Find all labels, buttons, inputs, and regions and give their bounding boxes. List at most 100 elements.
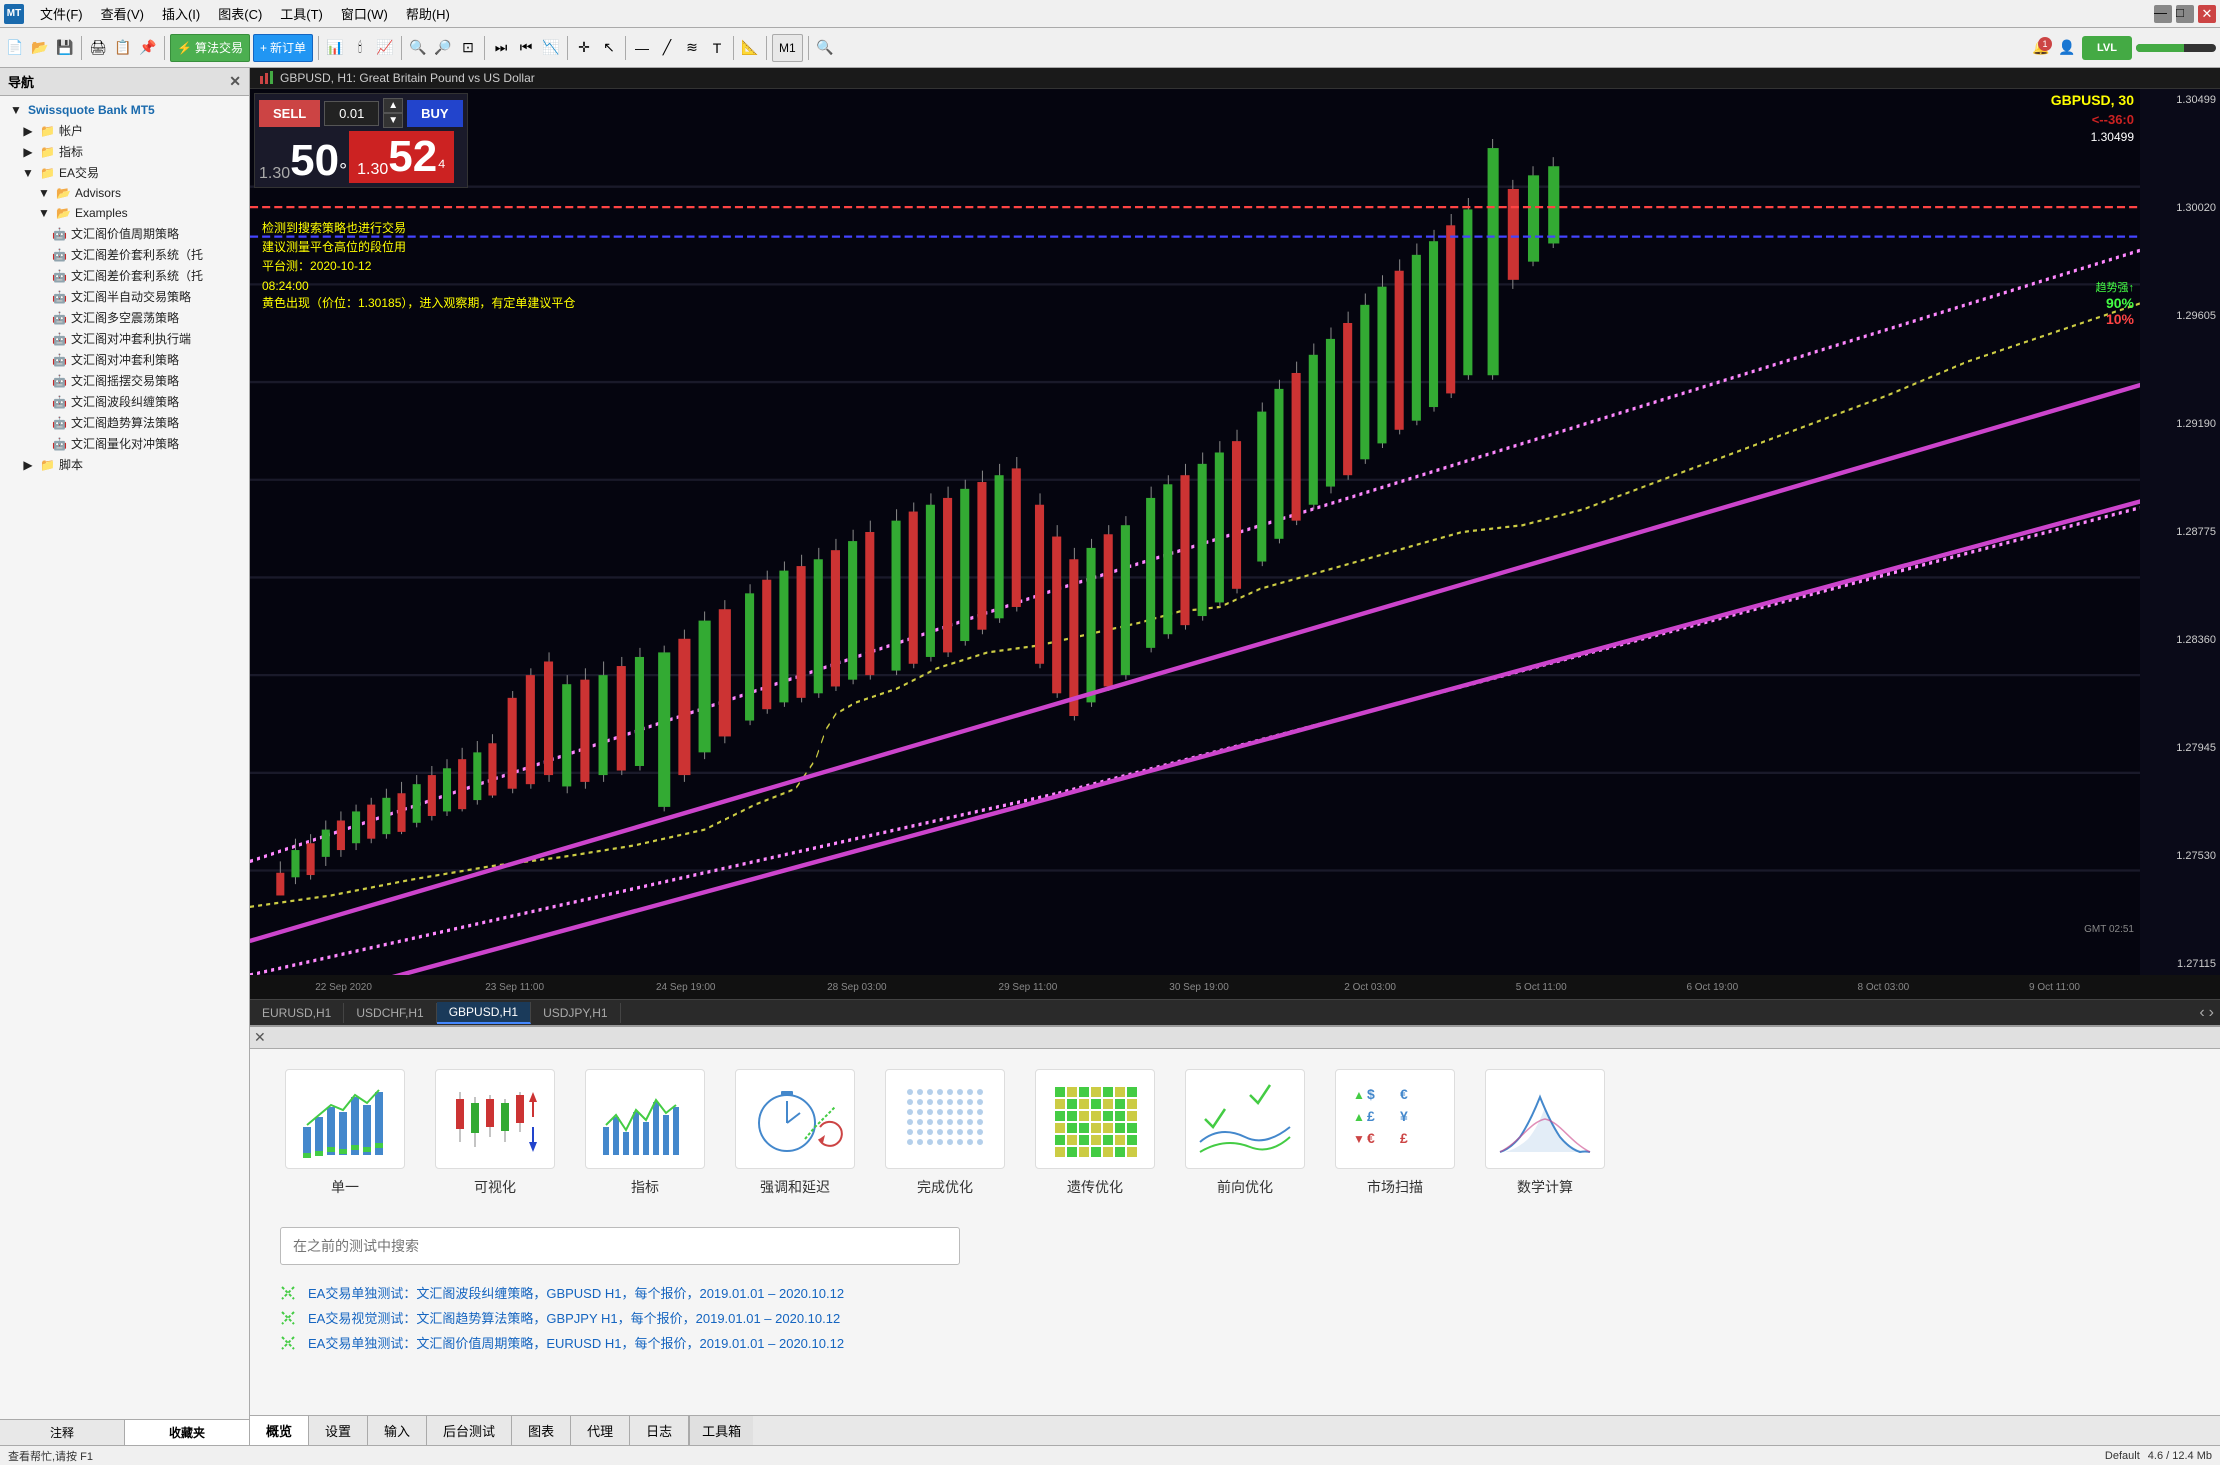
period-sep-icon[interactable]: 📉 bbox=[540, 37, 562, 59]
nav-tab-notes[interactable]: 注释 bbox=[0, 1420, 125, 1445]
hline-icon[interactable]: — bbox=[631, 37, 653, 59]
bottom-tab-input[interactable]: 输入 bbox=[368, 1416, 427, 1445]
lot-up-btn[interactable]: ▲ bbox=[383, 98, 403, 113]
nav-item-strategy-7[interactable]: 🤖 文汇阁对冲套利策略 bbox=[0, 349, 249, 370]
new-order-button[interactable]: + 新订单 bbox=[253, 34, 313, 62]
buy-button[interactable]: BUY bbox=[407, 100, 462, 127]
chart-overlay-analysis: 检测到搜索策略也进行交易 建议测量平仓高位的段位用 平台测：2020-10-12… bbox=[262, 219, 406, 296]
icon-single[interactable]: 单一 bbox=[280, 1069, 410, 1197]
nav-item-ea[interactable]: ▼ 📁 EA交易 bbox=[0, 162, 249, 183]
nav-item-advisors[interactable]: ▼ 📂 Advisors bbox=[0, 183, 249, 203]
nav-close-btn[interactable]: ✕ bbox=[229, 73, 241, 90]
icon-genetic[interactable]: 遗传优化 bbox=[1030, 1069, 1160, 1197]
bottom-tab-settings[interactable]: 设置 bbox=[309, 1416, 368, 1445]
bottom-close-btn[interactable]: ✕ bbox=[254, 1029, 266, 1046]
history-item-0[interactable]: EA交易单独测试：文汇阁波段纠缠策略，GBPUSD H1，每个报价，2019.0… bbox=[280, 1283, 2190, 1302]
history-item-1[interactable]: EA交易视觉测试：文汇阁趋势算法策略，GBPJPY H1，每个报价，2019.0… bbox=[280, 1308, 2190, 1327]
icon-optimization[interactable]: 完成优化 bbox=[880, 1069, 1010, 1197]
nav-item-account[interactable]: ▶ 📁 帐户 bbox=[0, 120, 249, 141]
lot-down-btn[interactable]: ▼ bbox=[383, 113, 403, 128]
bottom-tab-chart[interactable]: 图表 bbox=[512, 1416, 571, 1445]
nav-item-strategy-10[interactable]: 🤖 文汇阁趋势算法策略 bbox=[0, 412, 249, 433]
history-item-2[interactable]: EA交易单独测试：文汇阁价值周期策略，EURUSD H1，每个报价，2019.0… bbox=[280, 1333, 2190, 1352]
bottom-tab-backtest[interactable]: 后台测试 bbox=[427, 1416, 512, 1445]
chart-tab-usdjpy[interactable]: USDJPY,H1 bbox=[531, 1003, 620, 1023]
bottom-tab-overview[interactable]: 概览 bbox=[250, 1416, 309, 1445]
bottom-tab-log[interactable]: 日志 bbox=[630, 1416, 689, 1445]
crosshair-icon[interactable]: ✛ bbox=[573, 37, 595, 59]
icon-indicator[interactable]: 指标 bbox=[580, 1069, 710, 1197]
menu-item-help[interactable]: 帮助(H) bbox=[398, 2, 458, 25]
m1-button[interactable]: M1 bbox=[772, 34, 803, 62]
print-icon[interactable]: 🖨 bbox=[87, 37, 109, 59]
scroll-left-icon[interactable]: ⏮ bbox=[515, 37, 537, 59]
nav-item-indicators[interactable]: ▶ 📁 指标 bbox=[0, 141, 249, 162]
strategy-icon-6: 🤖 bbox=[52, 332, 67, 346]
menu-item-chart[interactable]: 图表(C) bbox=[210, 2, 270, 25]
save-icon[interactable]: 💾 bbox=[54, 37, 76, 59]
nav-item-strategy-5[interactable]: 🤖 文汇阁多空震荡策略 bbox=[0, 307, 249, 328]
strategy-icon-3: 🤖 bbox=[52, 269, 67, 283]
user-icon[interactable]: 👤 bbox=[2056, 37, 2078, 59]
trendline-icon[interactable]: ╱ bbox=[656, 37, 678, 59]
menu-item-tools[interactable]: 工具(T) bbox=[272, 2, 331, 25]
search-toolbar-icon[interactable]: 🔍 bbox=[814, 37, 836, 59]
line-chart-icon[interactable]: 📈 bbox=[374, 37, 396, 59]
separator-3 bbox=[318, 36, 319, 60]
bottom-tab-proxy[interactable]: 代理 bbox=[571, 1416, 630, 1445]
icon-visual[interactable]: 可视化 bbox=[430, 1069, 560, 1197]
candlestick-icon[interactable]: 🕯 bbox=[349, 37, 371, 59]
nav-item-scripts[interactable]: ▶ 📁 脚本 bbox=[0, 454, 249, 475]
icon-forward[interactable]: 前向优化 bbox=[1180, 1069, 1310, 1197]
icon-math[interactable]: 数学计算 bbox=[1480, 1069, 1610, 1197]
zoom-out-icon[interactable]: 🔎 bbox=[432, 37, 454, 59]
cursor-icon[interactable]: ↖ bbox=[598, 37, 620, 59]
tab-nav-right[interactable]: › bbox=[2209, 1004, 2214, 1022]
window-close-btn[interactable]: ✕ bbox=[2198, 5, 2216, 23]
nav-broker-row[interactable]: ▼ Swissquote Bank MT5 bbox=[0, 100, 249, 120]
paste-icon[interactable]: 📌 bbox=[137, 37, 159, 59]
svg-text:£: £ bbox=[1367, 1108, 1375, 1124]
icon-math-box bbox=[1485, 1069, 1605, 1169]
sell-button[interactable]: SELL bbox=[259, 100, 320, 127]
indicator-icon[interactable]: 📐 bbox=[739, 37, 761, 59]
nav-item-strategy-6[interactable]: 🤖 文汇阁对冲套利执行端 bbox=[0, 328, 249, 349]
new-order-label: 新订单 bbox=[270, 39, 306, 56]
chart-tab-usdchf[interactable]: USDCHF,H1 bbox=[344, 1003, 436, 1023]
fibonacci-icon[interactable]: ≋ bbox=[681, 37, 703, 59]
search-input[interactable] bbox=[280, 1227, 960, 1265]
nav-item-strategy-1[interactable]: 🤖 文汇阁价值周期策略 bbox=[0, 223, 249, 244]
window-maximize-btn[interactable]: □ bbox=[2176, 5, 2194, 23]
icon-market-scan[interactable]: ▲ $ € ▲ £ ¥ ▼ € £ 市场扫描 bbox=[1330, 1069, 1460, 1197]
fit-icon[interactable]: ⊡ bbox=[457, 37, 479, 59]
icon-emphasis[interactable]: 强调和延迟 bbox=[730, 1069, 860, 1197]
chart-tab-eurusd[interactable]: EURUSD,H1 bbox=[250, 1003, 344, 1023]
chart-bar-icon[interactable]: 📊 bbox=[324, 37, 346, 59]
new-icon[interactable]: 📄 bbox=[4, 37, 26, 59]
scroll-right-icon[interactable]: ⏭ bbox=[490, 37, 512, 59]
menu-item-file[interactable]: 文件(F) bbox=[32, 2, 91, 25]
nav-item-strategy-3[interactable]: 🤖 文汇阁差价套利系统（托 bbox=[0, 265, 249, 286]
nav-item-strategy-11[interactable]: 🤖 文汇阁量化对冲策略 bbox=[0, 433, 249, 454]
nav-item-strategy-8[interactable]: 🤖 文汇阁摇摆交易策略 bbox=[0, 370, 249, 391]
menu-item-view[interactable]: 查看(V) bbox=[93, 2, 152, 25]
notifications-icon[interactable]: 🔔 1 bbox=[2030, 37, 2052, 59]
advisors-expand-icon: ▼ bbox=[36, 185, 52, 201]
zoom-in-icon[interactable]: 🔍 bbox=[407, 37, 429, 59]
copy-icon[interactable]: 📋 bbox=[112, 37, 134, 59]
lot-input[interactable] bbox=[324, 101, 379, 126]
nav-item-strategy-2[interactable]: 🤖 文汇阁差价套利系统（托 bbox=[0, 244, 249, 265]
open-icon[interactable]: 📂 bbox=[29, 37, 51, 59]
chart-tab-gbpusd[interactable]: GBPUSD,H1 bbox=[437, 1002, 531, 1024]
menu-item-insert[interactable]: 插入(I) bbox=[154, 2, 208, 25]
text-icon[interactable]: T bbox=[706, 37, 728, 59]
nav-item-strategy-4[interactable]: 🤖 文汇阁半自动交易策略 bbox=[0, 286, 249, 307]
menu-item-window[interactable]: 窗口(W) bbox=[333, 2, 396, 25]
nav-item-strategy-9[interactable]: 🤖 文汇阁波段纠缠策略 bbox=[0, 391, 249, 412]
window-minimize-btn[interactable]: — bbox=[2154, 5, 2172, 23]
algo-trading-button[interactable]: ⚡ 算法交易 bbox=[170, 34, 250, 62]
nav-tab-favorites[interactable]: 收藏夹 bbox=[125, 1420, 249, 1445]
chart-main[interactable]: SELL ▲ ▼ BUY 1.30 50 ° bbox=[250, 89, 2220, 975]
tab-nav-left[interactable]: ‹ bbox=[2199, 1004, 2204, 1022]
nav-item-examples[interactable]: ▼ 📂 Examples bbox=[0, 203, 249, 223]
